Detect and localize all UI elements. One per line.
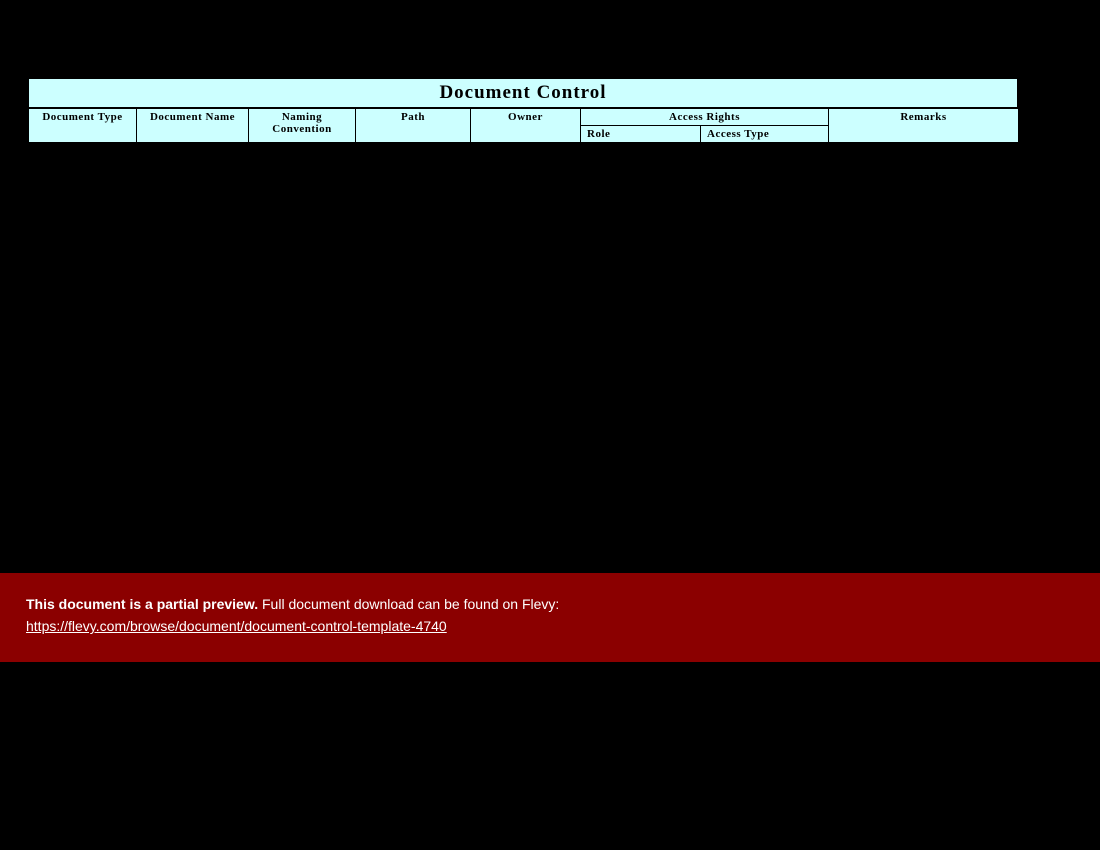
table-title: Document Control	[28, 78, 1018, 108]
header-naming-convention: Naming Convention	[249, 109, 356, 143]
document-control-table: Document Control Document Type Document …	[28, 78, 1018, 143]
banner-following-text: Full document download can be found on F…	[258, 596, 559, 612]
header-access-rights: Access Rights	[581, 109, 829, 126]
header-document-name: Document Name	[137, 109, 249, 143]
banner-link[interactable]: https://flevy.com/browse/document/docume…	[26, 618, 447, 634]
header-document-type: Document Type	[29, 109, 137, 143]
header-table: Document Type Document Name Naming Conve…	[28, 108, 1019, 143]
preview-banner: This document is a partial preview. Full…	[0, 573, 1100, 662]
header-path: Path	[356, 109, 471, 143]
header-role: Role	[581, 126, 701, 143]
header-remarks: Remarks	[829, 109, 1019, 143]
header-access-type: Access Type	[701, 126, 829, 143]
banner-bold-text: This document is a partial preview.	[26, 596, 258, 612]
header-owner: Owner	[471, 109, 581, 143]
